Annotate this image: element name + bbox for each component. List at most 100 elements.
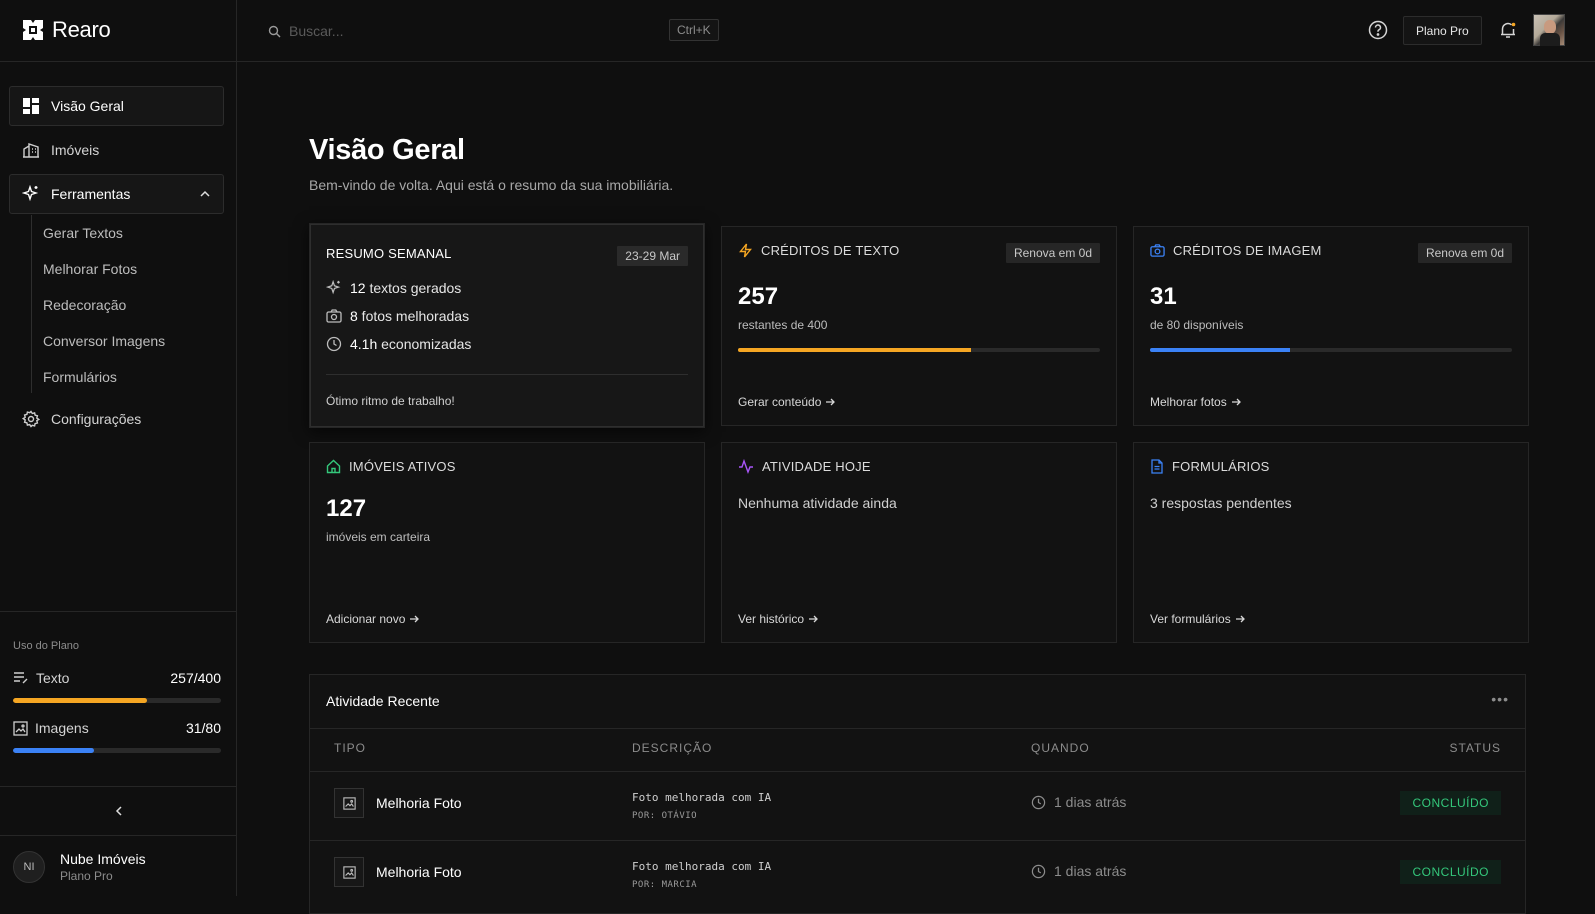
view-history-link[interactable]: Ver histórico [738, 612, 818, 626]
lightning-icon [739, 243, 752, 258]
image-credits-header: CRÉDITOS DE IMAGEM [1150, 243, 1322, 258]
properties-title: IMÓVEIS ATIVOS [349, 459, 456, 474]
column-header-quando[interactable]: QUANDO [1031, 741, 1090, 755]
sidebar-item-configuracoes[interactable]: Configurações [9, 399, 224, 439]
usage-text-value: 257/400 [170, 670, 221, 686]
gear-icon [22, 410, 40, 428]
profile-avatar[interactable] [1533, 14, 1565, 46]
weekly-item-photos: 8 fotos melhoradas [326, 308, 469, 324]
document-icon [1151, 459, 1163, 474]
row-type-icon-box [334, 857, 364, 887]
generate-content-label: Gerar conteúdo [738, 395, 822, 409]
view-forms-label: Ver formulários [1150, 612, 1231, 626]
weekly-summary-card: RESUMO SEMANAL 23-29 Mar 12 textos gerad… [309, 223, 705, 428]
text-credits-card: CRÉDITOS DE TEXTO Renova em 0d 257 resta… [721, 226, 1117, 426]
bell-icon [1501, 22, 1516, 38]
dashboard-icon [23, 98, 39, 114]
column-header-tipo[interactable]: TIPO [334, 741, 366, 755]
image-credits-fill [1150, 348, 1291, 352]
recent-activity-table: Atividade Recente ••• TIPO DESCRIÇÃO QUA… [309, 674, 1526, 914]
activity-text: Nenhuma atividade ainda [738, 495, 897, 511]
more-options-button[interactable]: ••• [1491, 691, 1509, 707]
chevron-up-icon[interactable] [199, 188, 211, 200]
image-icon [13, 720, 28, 736]
generate-content-link[interactable]: Gerar conteúdo [738, 395, 836, 409]
submenu-item-redecoracao[interactable]: Redecoração [43, 297, 126, 313]
improve-photos-link[interactable]: Melhorar fotos [1150, 395, 1241, 409]
view-forms-link[interactable]: Ver formulários [1150, 612, 1245, 626]
search-input[interactable] [289, 23, 649, 39]
properties-value: 127 [326, 495, 367, 522]
image-credits-renew-chip: Renova em 0d [1417, 243, 1512, 263]
sidebar-item-imoveis[interactable]: Imóveis [9, 130, 224, 170]
plan-usage-title: Uso do Plano [13, 640, 80, 652]
submenu-item-conversor-imagens[interactable]: Conversor Imagens [43, 333, 165, 349]
app-logo[interactable]: Rearo [20, 17, 111, 43]
activity-title: ATIVIDADE HOJE [762, 459, 871, 474]
view-history-label: Ver histórico [738, 612, 805, 626]
usage-text-fill [13, 698, 147, 703]
camera-icon [1150, 244, 1165, 257]
weekly-time-label: economizadas [377, 336, 472, 352]
row-author: POR: MARCIA [632, 880, 698, 890]
weekly-range-chip: 23-29 Mar [617, 246, 688, 266]
sidebar-item-label: Imóveis [51, 142, 100, 158]
weekly-item-time: 4.1h economizadas [326, 336, 471, 352]
table-divider [310, 728, 1525, 729]
improve-photos-label: Melhorar fotos [1150, 395, 1227, 409]
row-type-label: Melhoria Foto [376, 864, 462, 880]
collapse-sidebar-button[interactable] [0, 786, 237, 836]
arrow-right-icon [809, 615, 818, 623]
help-icon [1368, 20, 1388, 40]
row-type: Melhoria Foto [334, 788, 462, 818]
usage-text-bar [13, 698, 221, 703]
page-subtitle: Bem-vindo de volta. Aqui está o resumo d… [309, 177, 674, 193]
forms-text: 3 respostas pendentes [1150, 495, 1292, 511]
activity-today-card: ATIVIDADE HOJE Nenhuma atividade ainda V… [721, 442, 1117, 643]
usage-images-bar [13, 748, 221, 753]
add-property-link[interactable]: Adicionar novo [326, 612, 420, 626]
sidebar-item-ferramentas[interactable]: Ferramentas [9, 174, 224, 214]
status-badge: CONCLUÍDO [1400, 860, 1501, 884]
arrow-right-icon [1235, 615, 1245, 623]
clock-icon [1031, 864, 1046, 878]
sidebar-item-visao-geral[interactable]: Visão Geral [9, 86, 224, 126]
clock-icon [1031, 795, 1046, 809]
building-icon [23, 143, 39, 158]
submenu-item-formularios[interactable]: Formulários [43, 369, 117, 385]
text-credits-fill [738, 348, 971, 352]
usage-text-label: Texto [36, 670, 70, 686]
add-property-label: Adicionar novo [326, 612, 406, 626]
submenu-item-melhorar-fotos[interactable]: Melhorar Fotos [43, 261, 137, 277]
image-credits-bar [1150, 348, 1512, 352]
rearo-logo-icon [23, 20, 43, 40]
row-type: Melhoria Foto [334, 857, 462, 887]
row-when: 1 dias atrás [1031, 794, 1126, 810]
search-bar[interactable] [268, 20, 720, 42]
submenu-item-gerar-textos[interactable]: Gerar Textos [43, 225, 123, 241]
weekly-item-texts: 12 textos gerados [326, 280, 461, 296]
text-credits-value: 257 [738, 283, 779, 310]
plan-usage: Uso do Plano Texto 257/400 Imagens 31/80 [0, 611, 237, 753]
image-icon [342, 796, 356, 810]
weekly-time-count: 4.1h [350, 336, 378, 352]
column-header-descricao[interactable]: DESCRIÇÃO [632, 741, 712, 755]
usage-images-value: 31/80 [185, 720, 221, 736]
forms-card: FORMULÁRIOS 3 respostas pendentes Ver fo… [1133, 442, 1529, 643]
forms-header: FORMULÁRIOS [1150, 459, 1270, 474]
help-button[interactable] [1368, 20, 1388, 40]
notifications-button[interactable] [1498, 20, 1518, 40]
row-when-label: 1 dias atrás [1054, 794, 1127, 810]
user-profile[interactable]: NI Nube Imóveis Plano Pro [13, 851, 146, 883]
column-header-status[interactable]: STATUS [1449, 741, 1501, 755]
status-badge: CONCLUÍDO [1400, 791, 1501, 815]
plan-button[interactable]: Plano Pro [1403, 16, 1482, 45]
weekly-texts-count: 12 [350, 280, 366, 296]
properties-header: IMÓVEIS ATIVOS [326, 459, 456, 474]
submenu-line [31, 215, 32, 393]
arrow-right-icon [1231, 398, 1241, 406]
sparkles-icon [326, 280, 341, 295]
sidebar: Rearo Visão Geral Imóveis Ferramentas Ge… [0, 0, 237, 896]
row-description: Foto melhorada com IA [632, 791, 772, 804]
image-credits-caption: de 80 disponíveis [1150, 318, 1244, 332]
